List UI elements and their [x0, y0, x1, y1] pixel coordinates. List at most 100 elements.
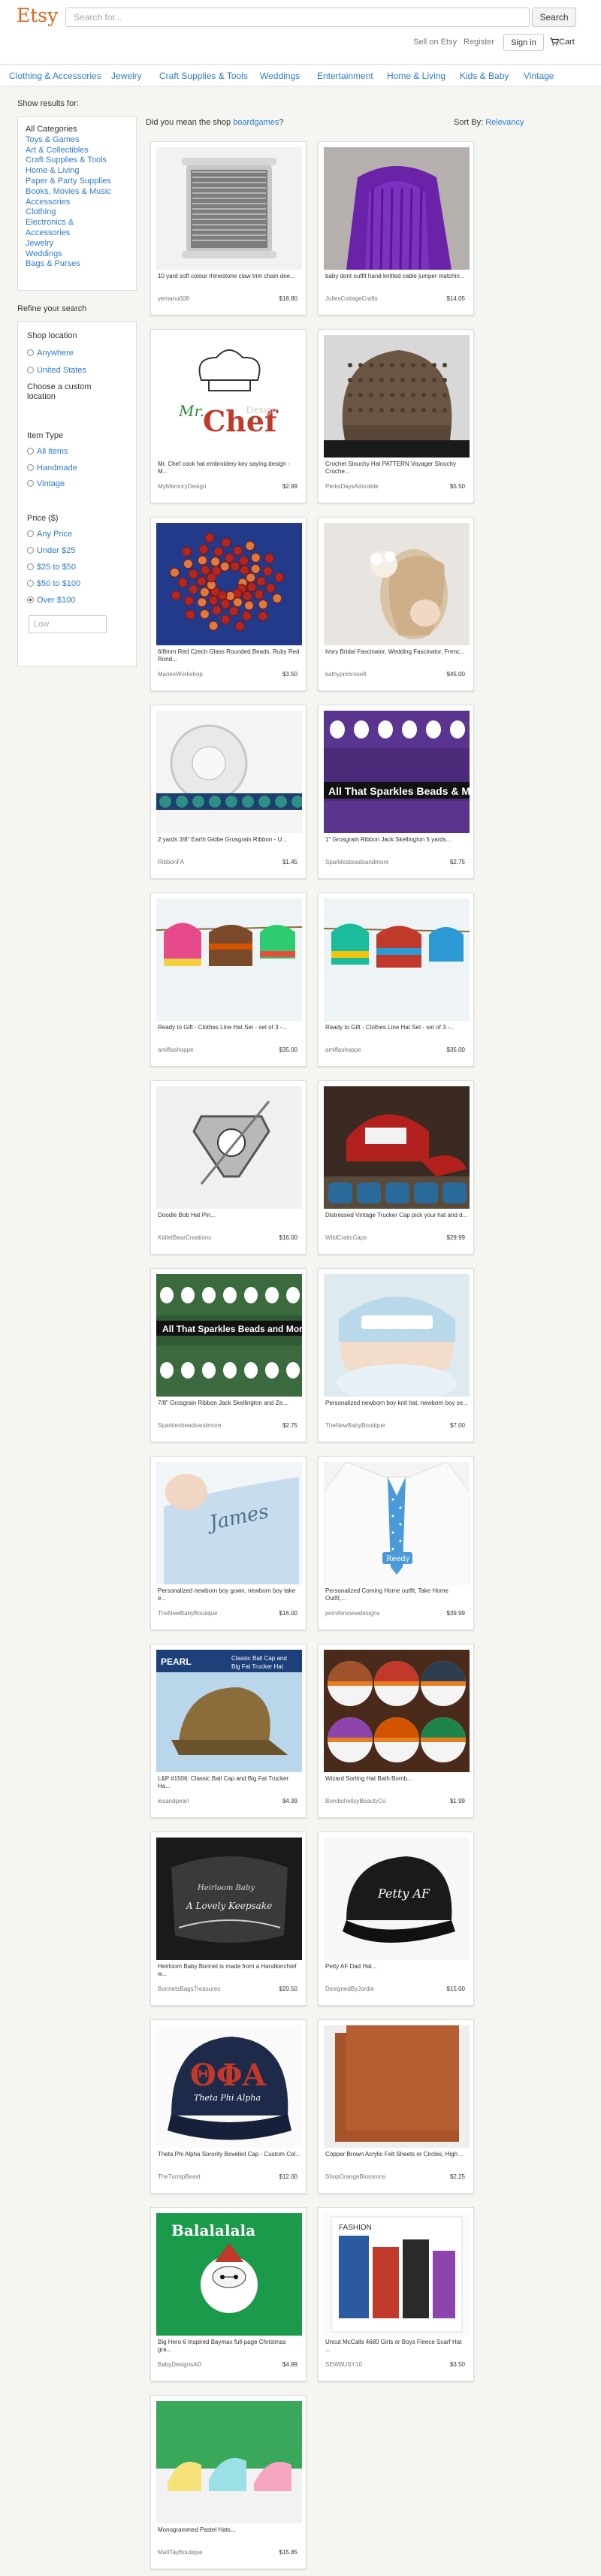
listing-image[interactable]: FASHION — [324, 2213, 470, 2336]
nav-kids-baby[interactable]: Kids & Baby — [460, 71, 509, 81]
listing-card[interactable]: Petty AF Petty AF Dad Hat... DesignedByJor… — [318, 1832, 474, 2006]
listing-title[interactable]: Monogrammed Pastel Hats... — [158, 2526, 300, 2546]
listing-shop-name[interactable]: RibbonFA — [158, 859, 255, 865]
listing-title[interactable]: Ready to Gift - Clothes Line Hat Set - s… — [158, 1024, 300, 1043]
all-categories[interactable]: All Categories — [26, 125, 128, 135]
listing-card[interactable]: baby dont outfit hand knitted cable jump… — [318, 141, 474, 316]
listing-shop-name[interactable]: lesandpearl — [158, 1798, 255, 1804]
listing-image[interactable] — [324, 1650, 470, 1772]
listing-shop-name[interactable]: kathyprimrose8 — [325, 671, 423, 678]
listing-shop-name[interactable]: Sparklesbeadsandmore — [158, 1422, 255, 1429]
listing-card[interactable]: Balalalala Big Hero 6 Inspired Baymax ful… — [150, 2207, 307, 2381]
listing-title[interactable]: Personalized newborn boy knit hat, newbo… — [325, 1400, 468, 1419]
listing-card[interactable]: Mr. Chef Design Mr. Chef cook hat embroider… — [150, 329, 307, 503]
listing-title[interactable]: Crochet Slouchy Hat PATTERN Voyager Slou… — [325, 461, 468, 480]
listing-image[interactable] — [324, 147, 470, 270]
listing-image[interactable]: Petty AF — [324, 1838, 470, 1960]
listing-shop-name[interactable]: SEWBUSY10 — [325, 2361, 423, 2368]
listing-title[interactable]: Ivory Bridal Fascinator, Wedding Fascina… — [325, 648, 468, 668]
listing-image[interactable] — [156, 523, 302, 645]
listing-title[interactable]: Uncut McCalls 4680 Girls or Boys Fleece … — [325, 2339, 468, 2358]
location-us-radio[interactable]: United States — [27, 366, 86, 375]
category-link[interactable]: Art & Collectibles — [26, 146, 128, 156]
listing-image[interactable] — [156, 147, 302, 270]
listing-card[interactable]: Crochet Slouchy Hat PATTERN Voyager Slou… — [318, 329, 474, 503]
listing-shop-name[interactable]: Sparklesbeadsandmore — [325, 859, 423, 865]
category-link[interactable]: Accessories — [26, 228, 128, 239]
listing-title[interactable]: Mr. Chef cook hat embroidery key saying … — [158, 461, 300, 480]
listing-card[interactable]: Heirloom Baby A Lovely Keepsake Heirloom B… — [150, 1832, 307, 2006]
nav-entertainment[interactable]: Entertainment — [317, 71, 373, 81]
listing-shop-name[interactable]: amiflashoppe — [158, 1046, 255, 1053]
sort-dropdown[interactable]: Relevancy — [485, 118, 524, 127]
listing-title[interactable]: Big Hero 6 Inspired Baymax full-page Chr… — [158, 2339, 300, 2358]
listing-shop-name[interactable]: ShopOrangeBlossoms — [325, 2173, 423, 2180]
nav-clothing-accessories[interactable]: Clothing & Accessories — [9, 71, 101, 81]
item-type-handmade-radio[interactable]: Handmade — [27, 464, 77, 473]
listing-image[interactable] — [156, 1086, 302, 1209]
listing-shop-name[interactable]: TheNewBabyBoutique — [325, 1422, 423, 1429]
listing-shop-name[interactable]: KidletBearCreations — [158, 1234, 255, 1241]
listing-title[interactable]: 10 yard soft colour rhinestone claw trim… — [158, 273, 300, 292]
listing-image[interactable]: All That Sparkles Beads & More — [324, 711, 470, 833]
price-low-input[interactable] — [29, 615, 107, 633]
listing-shop-name[interactable]: TheNewBabyBoutique — [158, 1610, 255, 1617]
listing-title[interactable]: 7/8" Grosgrain Ribbon Jack Skellington a… — [158, 1400, 300, 1419]
listing-card[interactable]: Wizard Sorting Hat Bath Bomb... Bombshell… — [318, 1644, 474, 1818]
category-link[interactable]: Home & Living — [26, 166, 128, 177]
sell-on-etsy-link[interactable]: Sell on Etsy — [413, 38, 457, 47]
listing-image[interactable]: Reedy — [324, 1462, 470, 1584]
nav-jewelry[interactable]: Jewelry — [111, 71, 142, 81]
nav-weddings[interactable]: Weddings — [260, 71, 300, 81]
custom-location-label[interactable]: Choose a custom location — [27, 382, 117, 402]
listing-title[interactable]: 6/8mm Red Czech Glass Rounded Beads, Rub… — [158, 648, 300, 668]
listing-image[interactable]: Heirloom Baby A Lovely Keepsake — [156, 1838, 302, 1960]
category-link[interactable]: Accessories — [26, 198, 128, 208]
listing-shop-name[interactable]: jennifersnewdesigns — [325, 1610, 423, 1617]
item-type-vintage-radio[interactable]: Vintage — [27, 479, 65, 488]
sign-in-button[interactable]: Sign in — [503, 34, 544, 51]
listing-title[interactable]: Theta Phi Alpha Sorority Beveled Cap - C… — [158, 2151, 300, 2170]
cart-link[interactable]: Cart — [550, 38, 575, 47]
listing-card[interactable]: 2 yards 3/8" Earth Globe Grosgrain Ribbo… — [150, 705, 307, 879]
listing-title[interactable]: Distressed Vintage Trucker Cap pick your… — [325, 1212, 468, 1231]
listing-shop-name[interactable]: TheTurnipBeast — [158, 2173, 255, 2180]
listing-title[interactable]: baby dont outfit hand knitted cable jump… — [325, 273, 468, 292]
listing-card[interactable]: Ready to Gift - Clothes Line Hat Set - s… — [150, 892, 307, 1067]
listing-card[interactable]: Ivory Bridal Fascinator, Wedding Fascina… — [318, 517, 474, 691]
listing-image[interactable] — [156, 2401, 302, 2523]
nav-vintage[interactable]: Vintage — [524, 71, 554, 81]
search-input[interactable] — [65, 8, 530, 27]
category-link[interactable]: Electronics & — [26, 218, 128, 228]
listing-card[interactable]: Ready to Gift - Clothes Line Hat Set - s… — [318, 892, 474, 1067]
listing-card[interactable]: Reedy Personalized Coming Home outfit, Ta… — [318, 1456, 474, 1630]
listing-shop-name[interactable]: MattTayBoutique — [158, 2549, 255, 2556]
did-you-mean-link[interactable]: boardgames — [233, 118, 279, 127]
listing-card[interactable]: Personalized newborn boy knit hat, newbo… — [318, 1268, 474, 1442]
listing-card[interactable]: FASHION Uncut McCalls 4680 Girls or Boys … — [318, 2207, 474, 2381]
category-link[interactable]: Jewelry — [26, 239, 128, 249]
search-button[interactable]: Search — [532, 8, 576, 27]
listing-image[interactable] — [324, 523, 470, 645]
listing-title[interactable]: L&P #1506: Classic Ball Cap and Big Fat … — [158, 1775, 300, 1795]
category-link[interactable]: Toys & Games — [26, 135, 128, 146]
listing-card[interactable]: James Personalized newborn boy gown, newb… — [150, 1456, 307, 1630]
listing-title[interactable]: Petty AF Dad Hat... — [325, 1963, 468, 1983]
listing-card[interactable]: 10 yard soft colour rhinestone claw trim… — [150, 141, 307, 316]
listing-shop-name[interactable]: MariesWorkshop — [158, 671, 255, 678]
listing-card[interactable]: Distressed Vintage Trucker Cap pick your… — [318, 1080, 474, 1255]
listing-card[interactable]: All That Sparkles Beads & More 1" Grosgra… — [318, 705, 474, 879]
listing-card[interactable]: Copper Brown Acrylic Felt Sheets or Circ… — [318, 2019, 474, 2194]
category-link[interactable]: Weddings — [26, 249, 128, 260]
category-link[interactable]: Clothing — [26, 207, 128, 218]
listing-shop-name[interactable]: BombshellsyBeautyCo — [325, 1798, 423, 1804]
category-link[interactable]: Craft Supplies & Tools — [26, 156, 128, 166]
listing-title[interactable]: 1" Grosgrain Ribbon Jack Skellington 5 y… — [325, 836, 468, 856]
listing-image[interactable]: Mr. Chef Design — [156, 335, 302, 458]
listing-shop-name[interactable]: amiflashoppe — [325, 1046, 423, 1053]
listing-title[interactable]: Personalized Coming Home outfit, Take Ho… — [325, 1587, 468, 1607]
listing-card[interactable]: Monogrammed Pastel Hats... MattTayBoutiqu… — [150, 2395, 307, 2569]
item-type-all-radio[interactable]: All items — [27, 447, 68, 456]
listing-shop-name[interactable]: WildCraticCaps — [325, 1234, 423, 1241]
listing-shop-name[interactable]: MyMemoryDesign — [158, 483, 255, 490]
